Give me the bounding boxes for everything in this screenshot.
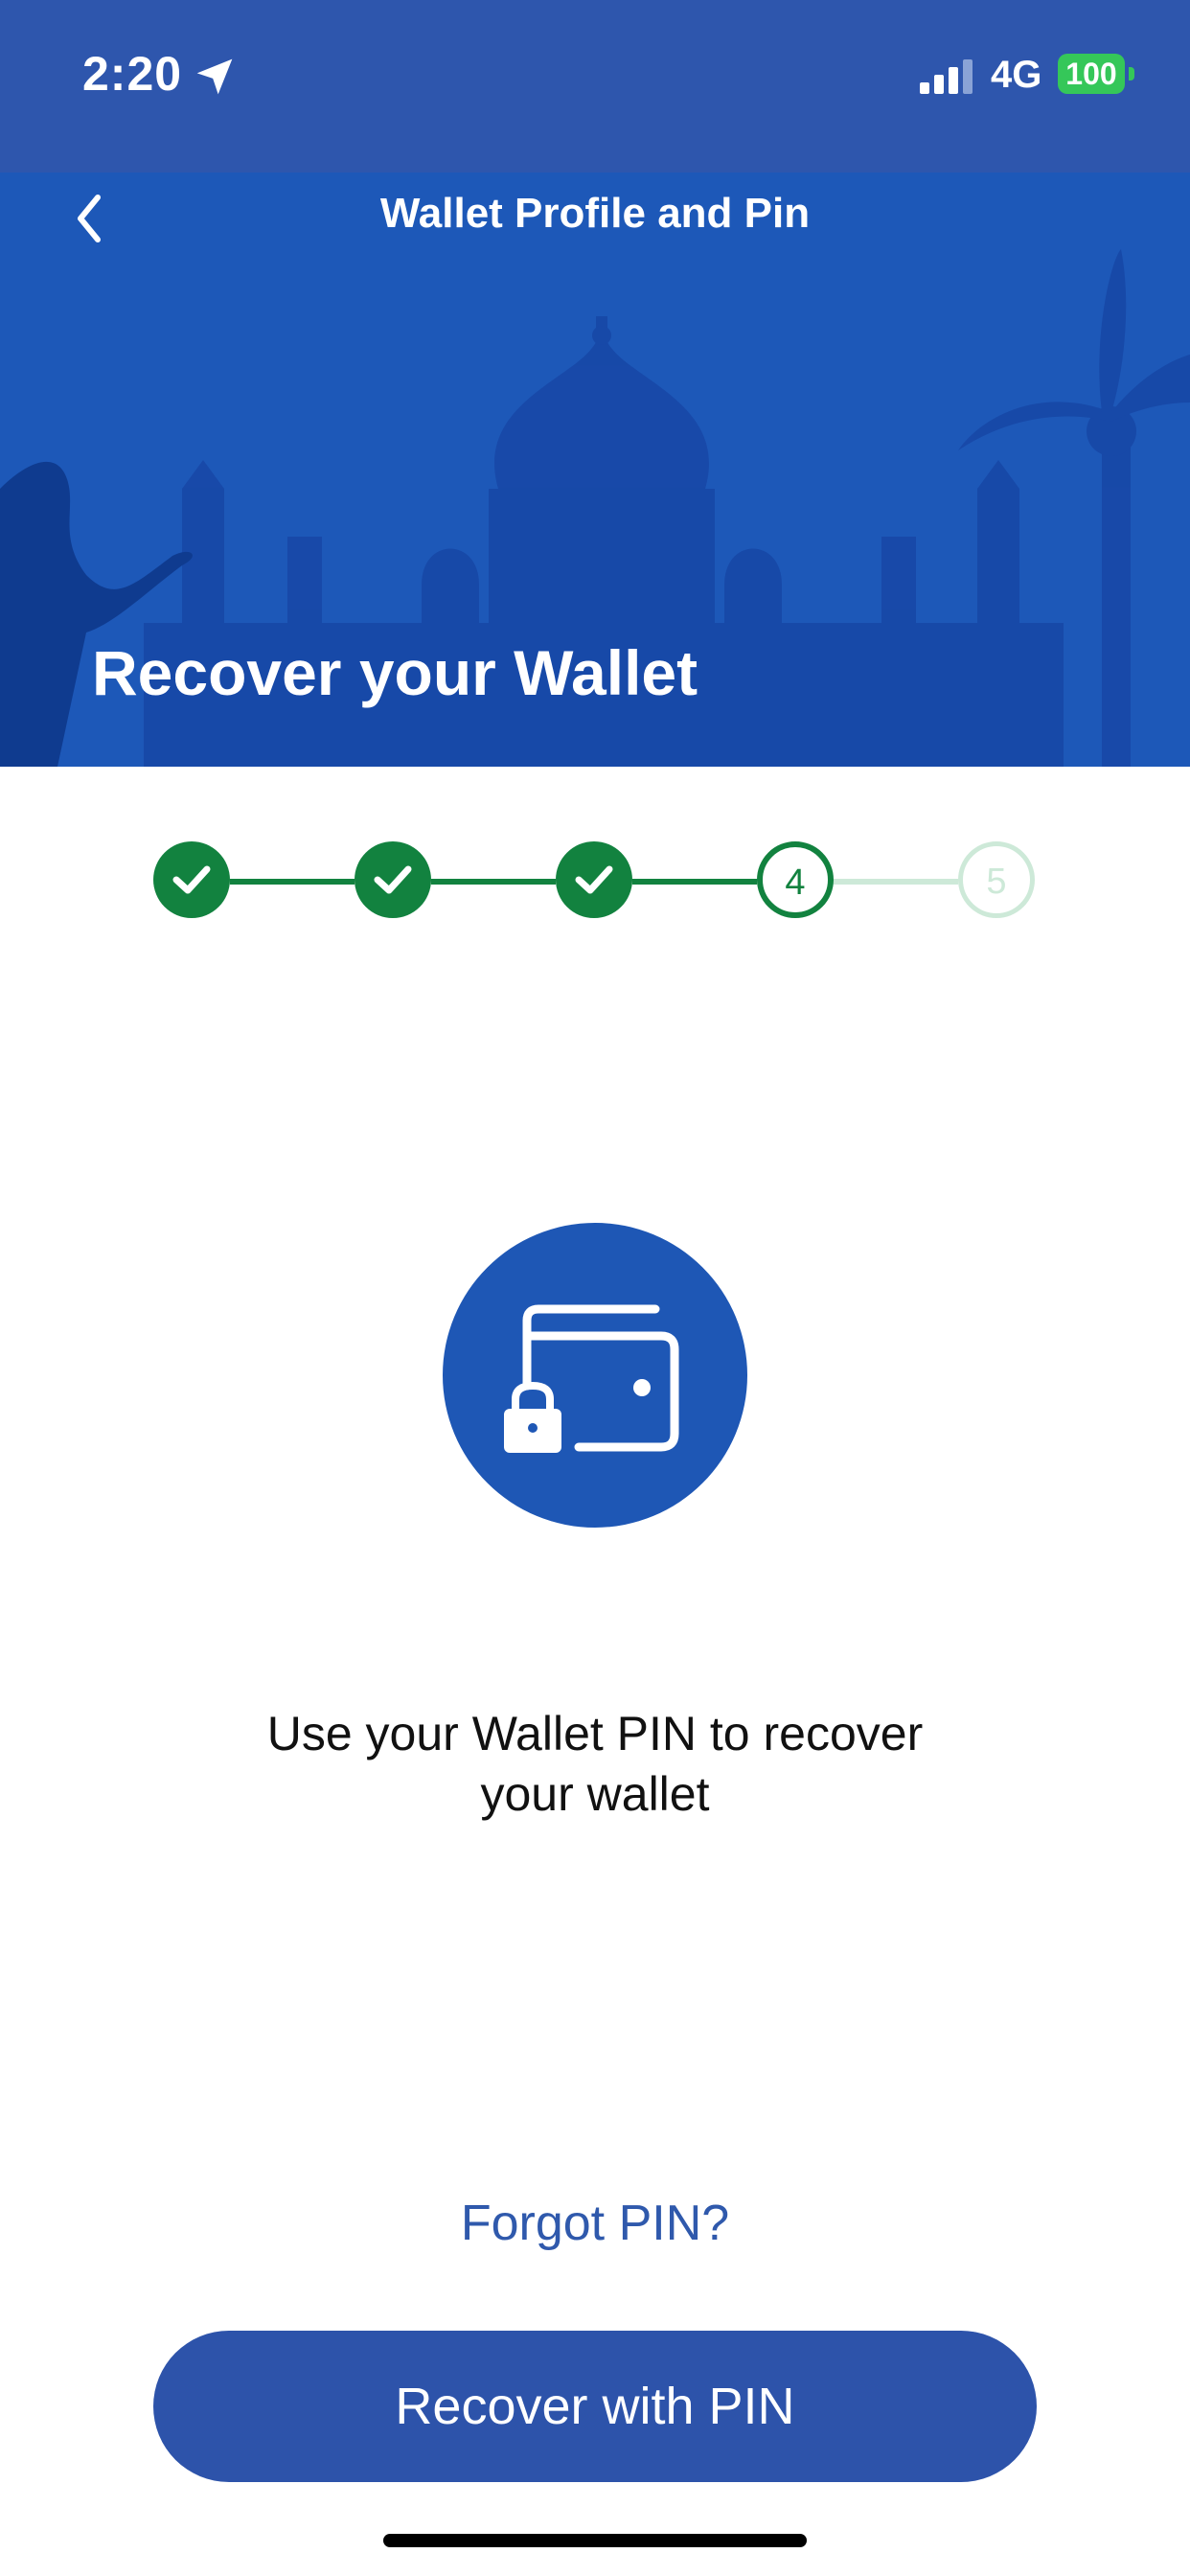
step-connector [230, 879, 355, 885]
instruction-text: Use your Wallet PIN to recover your wall… [266, 1707, 924, 1821]
battery-indicator: 100 [1058, 54, 1125, 94]
hero-title: Recover your Wallet [92, 637, 698, 708]
step-3-completed [556, 841, 632, 918]
progress-stepper: 4 5 [0, 832, 1190, 928]
step-5-pending: 5 [958, 841, 1035, 918]
home-indicator [383, 2534, 807, 2547]
recover-with-pin-button[interactable]: Recover with PIN [153, 2331, 1037, 2482]
step-connector [632, 879, 757, 885]
checkmark-icon [172, 865, 211, 894]
step-connector [834, 879, 958, 885]
checkmark-icon [575, 865, 613, 894]
checkmark-icon [374, 865, 412, 894]
network-type: 4G [991, 54, 1042, 96]
location-arrow-icon [196, 58, 233, 95]
step-1-completed [153, 841, 230, 918]
forgot-pin-link[interactable]: Forgot PIN? [0, 2195, 1190, 2252]
step-4-current: 4 [757, 841, 834, 918]
wallet-lock-icon [443, 1223, 747, 1528]
battery-tip [1129, 67, 1134, 80]
status-time: 2:20 [82, 47, 183, 101]
cellular-signal-icon [920, 59, 973, 94]
header-banner: Wallet Profile and Pin Recover your Wall… [0, 172, 1190, 767]
page-title: Wallet Profile and Pin [379, 190, 811, 237]
content-card [0, 770, 1190, 2576]
step-2-completed [355, 841, 431, 918]
step-connector [431, 879, 556, 885]
status-bar: 2:20 4G 100 [0, 0, 1190, 172]
